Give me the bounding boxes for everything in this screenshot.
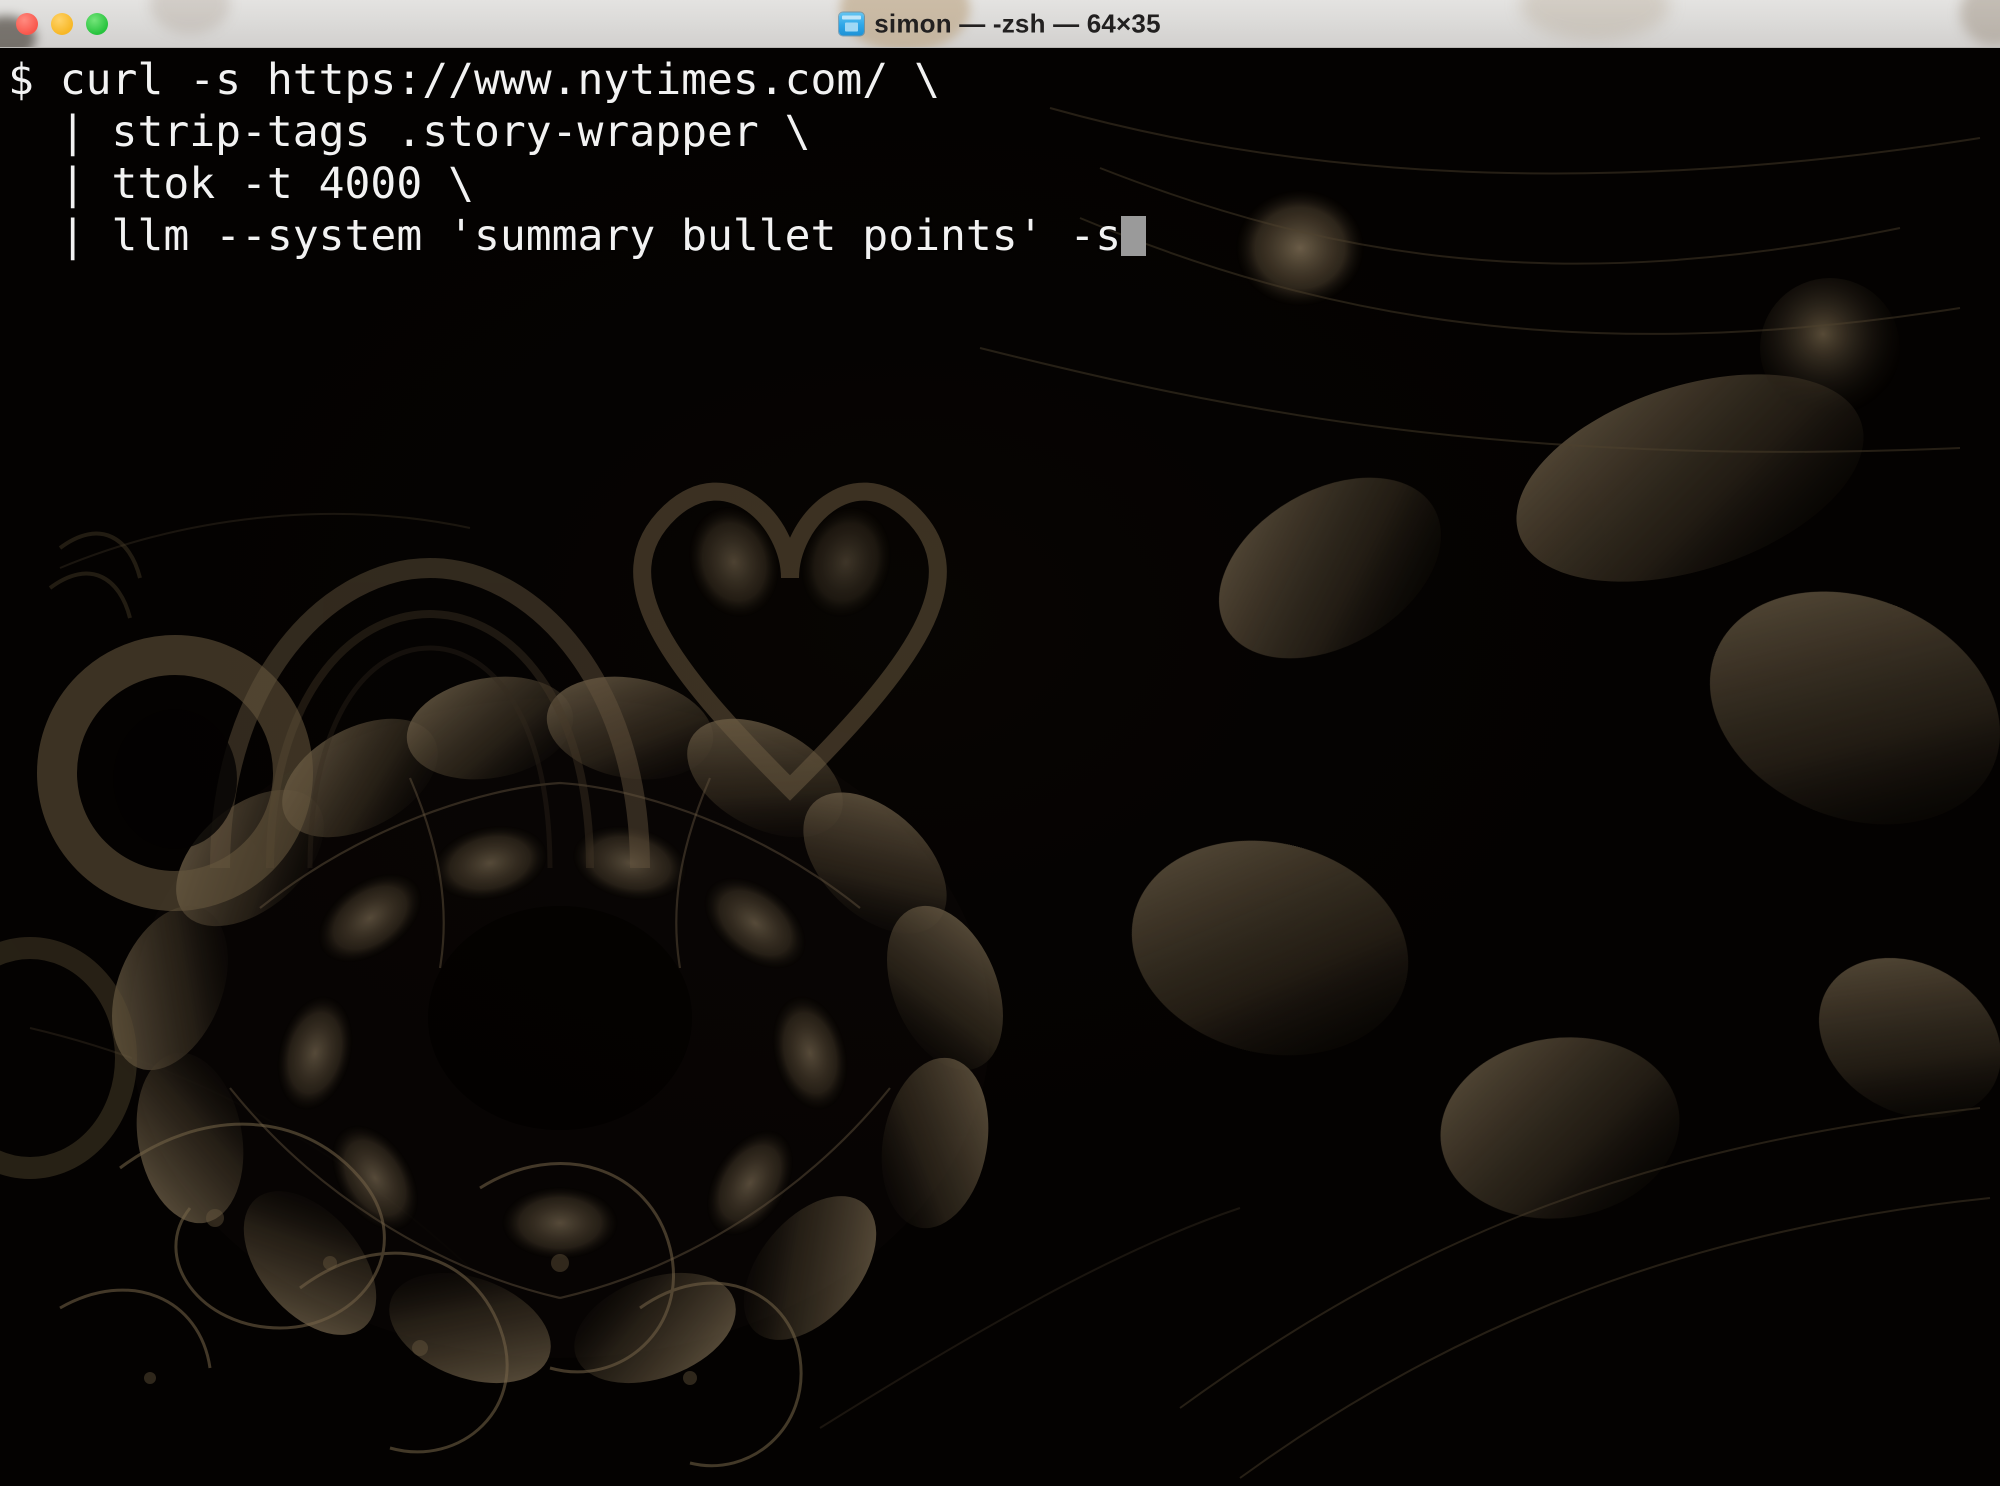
- terminal-line: | ttok -t 4000 \: [8, 159, 474, 209]
- titlebar-wallpaper-bleed: [1520, 0, 1670, 40]
- window-controls: [16, 12, 108, 35]
- window-titlebar[interactable]: simon — -zsh — 64×35: [0, 0, 2000, 48]
- titlebar-wallpaper-bleed: [150, 0, 230, 34]
- terminal-line-with-cursor: | llm --system 'summary bullet points' -…: [8, 210, 2000, 262]
- minimize-button[interactable]: [51, 12, 73, 35]
- titlebar-wallpaper-bleed: [840, 0, 970, 47]
- terminal-line: $ curl -s https://www.nytimes.com/ \: [8, 55, 940, 105]
- terminal-app-icon: [839, 12, 865, 35]
- terminal-window: simon — -zsh — 64×35 $ curl -s https://w…: [0, 0, 2000, 1486]
- close-button[interactable]: [16, 12, 38, 35]
- terminal-body[interactable]: $ curl -s https://www.nytimes.com/ \ | s…: [0, 48, 2000, 1486]
- terminal-cursor: [1121, 216, 1147, 256]
- terminal-text-content[interactable]: $ curl -s https://www.nytimes.com/ \ | s…: [0, 48, 2000, 1486]
- terminal-line: | strip-tags .story-wrapper \: [8, 107, 811, 157]
- window-title-group: simon — -zsh — 64×35: [0, 8, 2000, 39]
- window-title: simon — -zsh — 64×35: [874, 8, 1161, 38]
- maximize-button[interactable]: [86, 12, 108, 35]
- terminal-line-text: | llm --system 'summary bullet points' -…: [8, 211, 1122, 261]
- titlebar-wallpaper-bleed: [1960, 0, 2000, 46]
